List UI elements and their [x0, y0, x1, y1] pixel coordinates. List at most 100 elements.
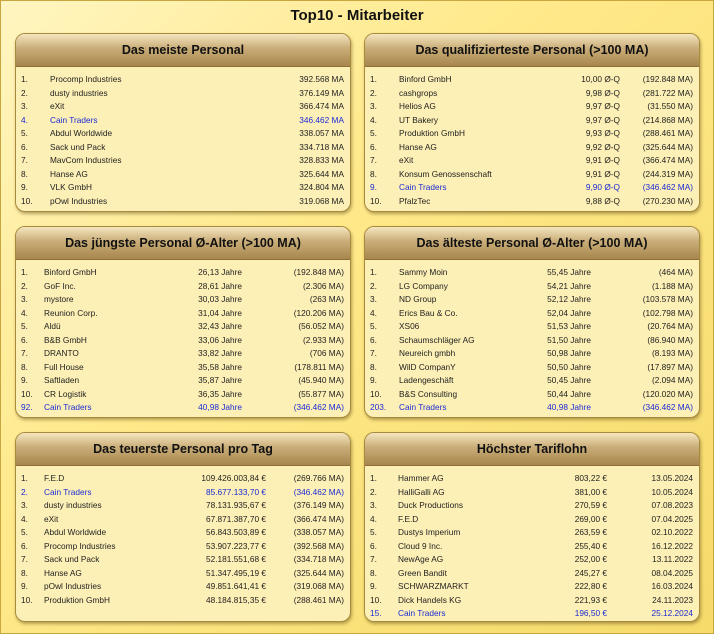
ranking-row: 7. eXit 9,91 Ø-Q (366.474 MA) — [369, 154, 695, 168]
ranking-row: 6. Hanse AG 9,92 Ø-Q (325.644 MA) — [369, 141, 695, 155]
ranking-row: 2. GoF Inc. 28,61 Jahre (2.306 MA) — [20, 280, 346, 294]
ranking-row: 7. Sack und Pack 52.181.551,68 € (334.718 M… — [20, 553, 346, 567]
rank-label: 3. — [21, 101, 28, 111]
company-name: Produktion GmbH — [44, 594, 110, 605]
rank-label: 2. — [370, 87, 377, 98]
company-name: VLK GmbH — [50, 182, 92, 192]
ranking-row[interactable]: 203. Cain Traders 40,98 Jahre (346.462 MA) — [369, 401, 695, 415]
extra-label: (392.568 MA) — [293, 540, 344, 551]
company-name: DRANTO — [44, 348, 79, 358]
ranking-row: 9. SCHWARZMARKT 222,80 € 16.03.2024 — [369, 580, 695, 594]
ranking-row: 1. Hammer AG 803,22 € 13.05.2024 — [369, 472, 695, 486]
ranking-row[interactable]: 15. Cain Traders 196,50 € 25.12.2024 — [369, 607, 695, 621]
value-label: 334.718 MA — [299, 141, 344, 152]
ranking-row: 8. Green Bandit 245,27 € 08.04.2025 — [369, 567, 695, 581]
company-name: Hanse AG — [399, 141, 437, 152]
ranking-row: 7. MavCom Industries 328.833 MA — [20, 154, 346, 168]
ranking-row: 9. Saftladen 35,87 Jahre (45.940 MA) — [20, 374, 346, 388]
company-name: Sack und Pack — [44, 554, 100, 564]
company-name: Binford GmbH — [44, 267, 97, 277]
rank-label: 9. — [21, 375, 28, 385]
value-label: 26,13 Jahre — [198, 267, 242, 277]
rank-label: 10. — [21, 594, 33, 605]
rank-label: 8. — [21, 361, 28, 372]
ranking-row[interactable]: 9. Cain Traders 9,90 Ø-Q (346.462 MA) — [369, 181, 695, 195]
value-label: 269,00 € — [574, 513, 607, 524]
ranking-row: 6. B&B GmbH 33,06 Jahre (2.933 MA) — [20, 334, 346, 348]
extra-label: (8.193 MA) — [651, 348, 693, 358]
extra-label: (45.940 MA) — [298, 375, 344, 385]
rank-label: 7. — [21, 155, 28, 165]
company-name: PfalzTec — [399, 195, 431, 206]
company-name: Sack und Pack — [50, 141, 106, 152]
extra-label: (20.764 MA) — [647, 321, 693, 331]
rank-label: 2. — [21, 87, 28, 98]
rank-label: 5. — [21, 527, 28, 537]
company-name: Full House — [44, 361, 84, 372]
ranking-row: 8. Konsum Genossenschaft 9,91 Ø-Q (244.319 … — [369, 168, 695, 182]
value-label: 67.871.387,70 € — [206, 513, 266, 524]
value-label: 9,93 Ø-Q — [585, 128, 620, 138]
company-name: Neureich gmbh — [399, 348, 456, 358]
extra-label: (120.020 MA) — [642, 388, 693, 399]
rank-label: 10. — [21, 388, 33, 399]
extra-label: (706 MA) — [309, 348, 344, 358]
value-label: 33,82 Jahre — [198, 348, 242, 358]
extra-label: (346.462 MA) — [293, 402, 344, 412]
company-name: dusty industries — [44, 500, 102, 510]
ranking-row: 4. eXit 67.871.387,70 € (366.474 MA) — [20, 513, 346, 527]
rank-label: 3. — [370, 500, 377, 510]
ranking-row[interactable]: 2. Cain Traders 85.677.133,70 € (346.462 MA… — [20, 486, 346, 500]
rank-label: 4. — [370, 513, 377, 524]
ranking-row: 6. Schaumschläger AG 51,50 Jahre (86.940 MA… — [369, 334, 695, 348]
rank-label: 7. — [370, 348, 377, 358]
ranking-row: 5. Produktion GmbH 9,93 Ø-Q (288.461 MA) — [369, 127, 695, 141]
extra-label: (178.811 MA) — [294, 361, 344, 372]
value-label: 49.851.641,41 € — [206, 581, 266, 591]
panel-title: Das meiste Personal — [16, 34, 350, 67]
extra-label: (319.068 MA) — [293, 581, 344, 591]
extra-label: (192.848 MA) — [642, 74, 693, 84]
company-name: Dustys Imperium — [398, 527, 461, 537]
extra-label: (120.206 MA) — [293, 307, 344, 318]
rank-label: 7. — [370, 554, 377, 564]
ranking-list: 1. F.E.D 109.426.003,84 € (269.766 MA) 2. Cai… — [16, 466, 350, 607]
ranking-row: 1. Binford GmbH 10,00 Ø-Q (192.848 MA) — [369, 73, 695, 87]
value-label: 376.149 MA — [299, 87, 344, 98]
value-label: 50,50 Jahre — [547, 361, 591, 372]
extra-label: 25.12.2024 — [651, 608, 693, 618]
ranking-row: 8. Hanse AG 51.347.495,19 € (325.644 MA) — [20, 567, 346, 581]
value-label: 40,98 Jahre — [547, 402, 591, 412]
panel-title: Höchster Tariflohn — [365, 433, 699, 466]
ranking-row[interactable]: 4. Cain Traders 346.462 MA — [20, 114, 346, 128]
ranking-row: 7. NewAge AG 252,00 € 13.11.2022 — [369, 553, 695, 567]
ranking-list: 1. Binford GmbH 10,00 Ø-Q (192.848 MA) 2. cas… — [365, 67, 699, 208]
rank-label: 8. — [370, 168, 377, 179]
panel-title: Das älteste Personal Ø-Alter (>100 MA) — [365, 227, 699, 260]
extra-label: 07.08.2023 — [651, 500, 693, 510]
ranking-row: 1. Binford GmbH 26,13 Jahre (192.848 MA) — [20, 266, 346, 280]
value-label: 381,00 € — [574, 486, 607, 497]
ranking-row[interactable]: 92. Cain Traders 40,98 Jahre (346.462 MA) — [20, 401, 346, 415]
rank-label: 5. — [370, 128, 377, 138]
value-label: 56.843.503,89 € — [206, 527, 266, 537]
extra-label: (464 MA) — [658, 267, 693, 277]
company-name: Procomp Industries — [44, 540, 116, 551]
rank-label: 1. — [21, 267, 28, 277]
rank-label: 5. — [370, 527, 377, 537]
rank-label: 4. — [21, 307, 28, 318]
company-name: SCHWARZMARKT — [398, 581, 469, 591]
rank-label: 10. — [370, 195, 382, 206]
ranking-row: 4. UT Bakery 9,97 Ø-Q (214.868 MA) — [369, 114, 695, 128]
rank-label: 2. — [370, 486, 377, 497]
extra-label: (281.722 MA) — [642, 87, 693, 98]
panel-highest-wage: Höchster Tariflohn 1. Hammer AG 803,22 € 13… — [364, 432, 700, 622]
extra-label: (346.462 MA) — [642, 402, 693, 412]
ranking-row: 10. CR Logistik 36,35 Jahre (55.877 MA) — [20, 388, 346, 402]
extra-label: 13.05.2024 — [651, 473, 693, 483]
value-label: 35,87 Jahre — [198, 375, 242, 385]
rank-label: 4. — [370, 307, 377, 318]
rank-label: 5. — [370, 321, 377, 331]
company-name: ND Group — [399, 294, 437, 304]
value-label: 9,97 Ø-Q — [585, 101, 620, 111]
